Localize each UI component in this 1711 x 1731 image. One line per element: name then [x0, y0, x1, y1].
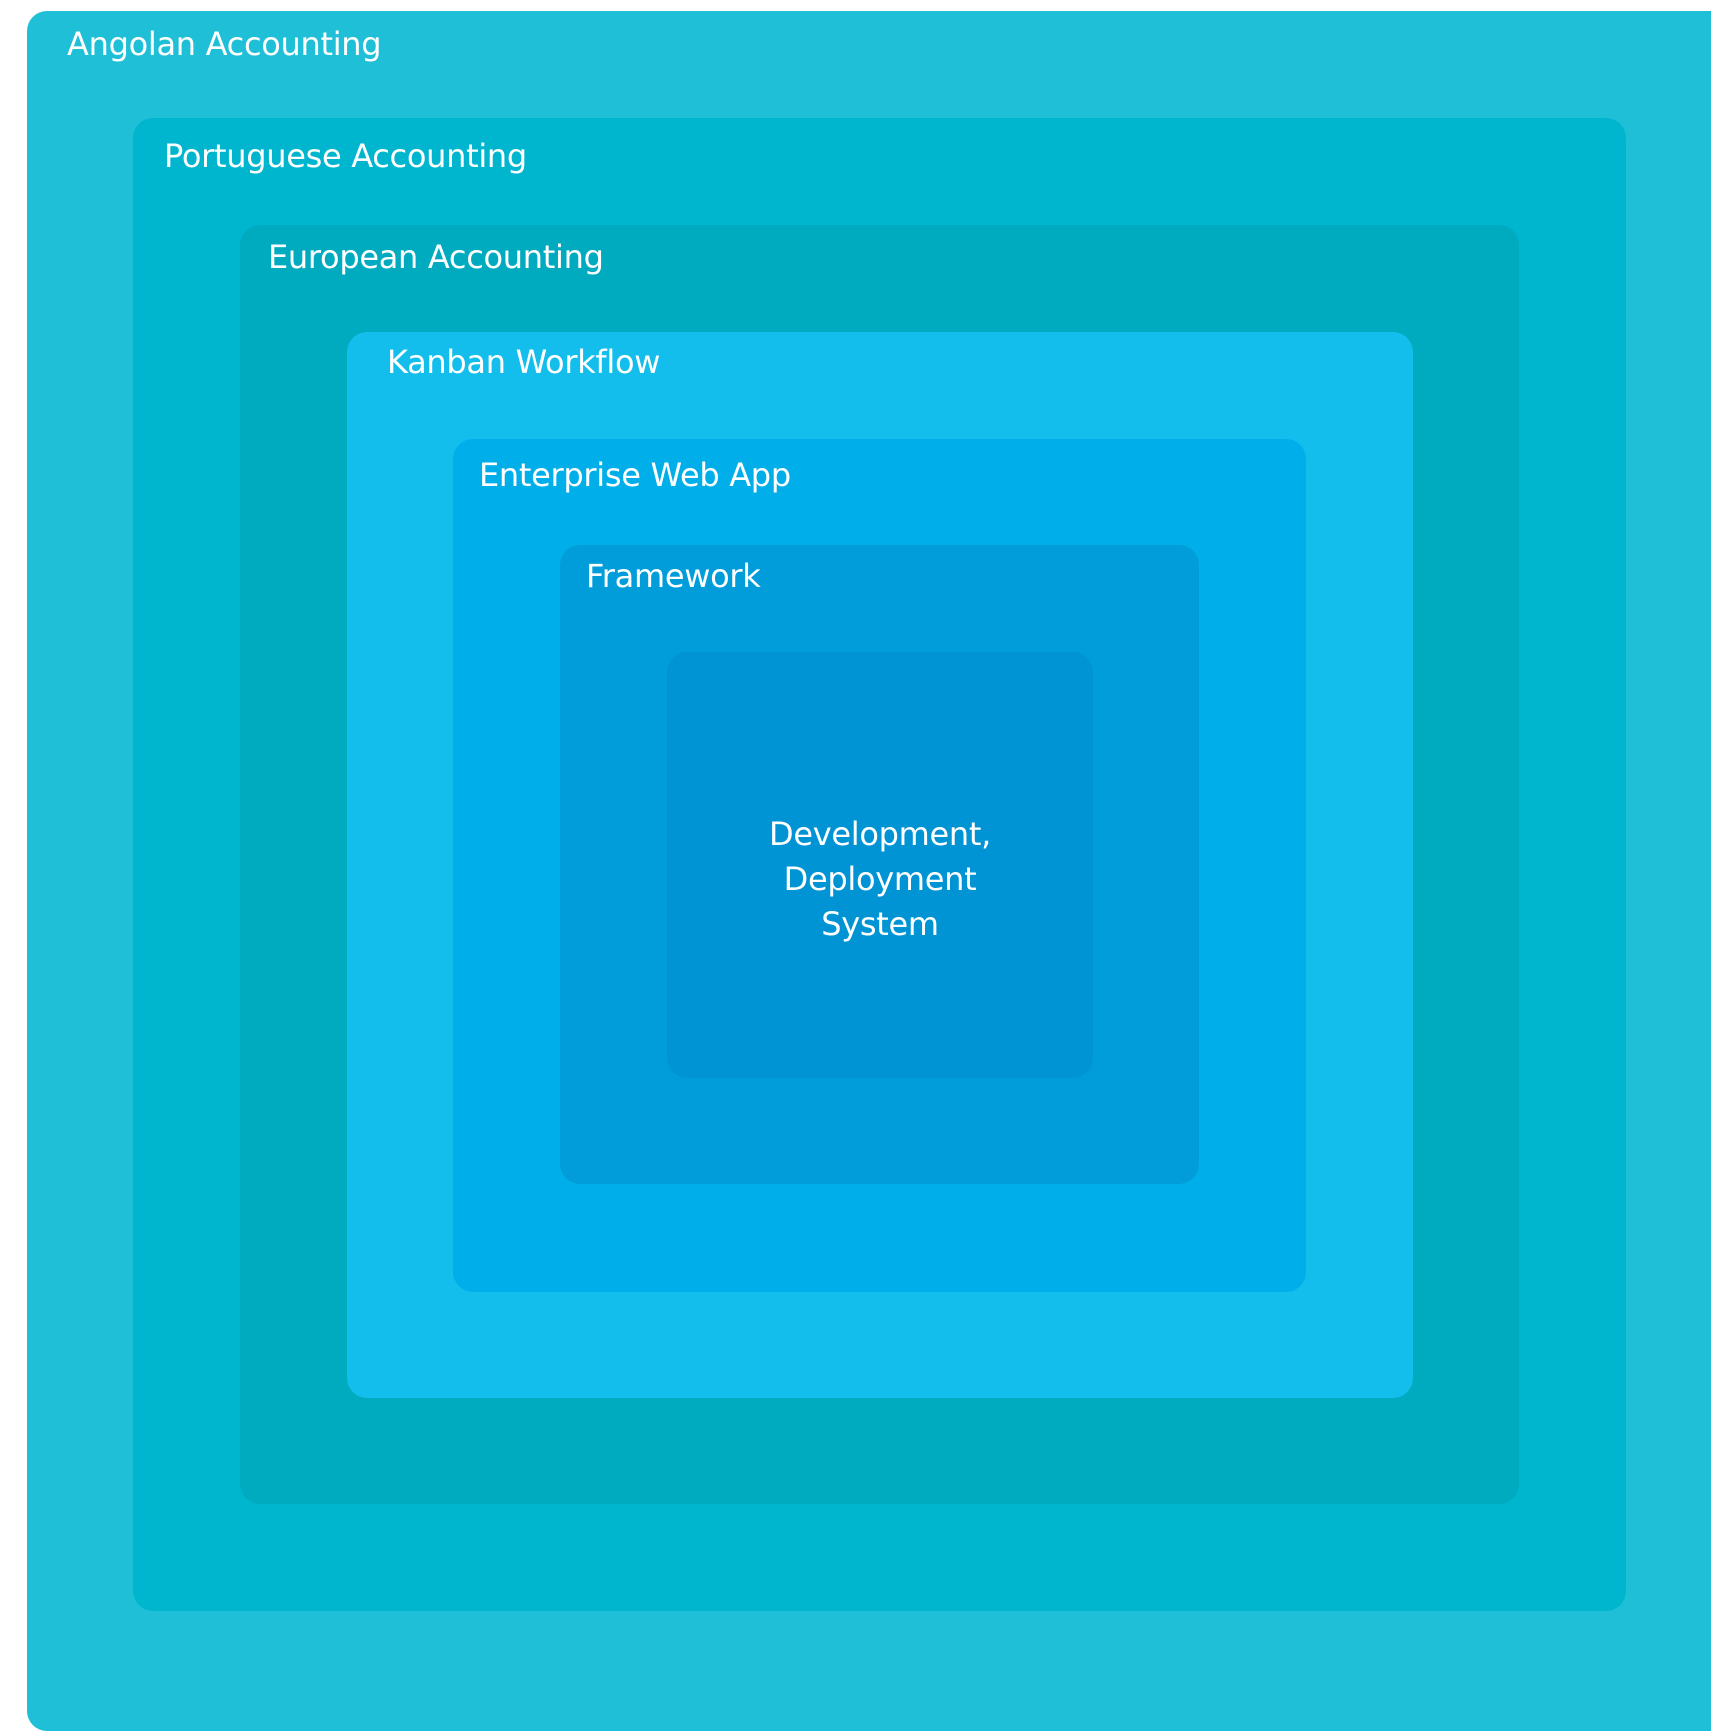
layer-label-angolan-accounting: Angolan Accounting — [67, 25, 382, 63]
core-label-line: System — [821, 905, 939, 943]
layer-core-development-deployment-system: Development, Deployment System — [667, 652, 1093, 1078]
layer-label-kanban-workflow: Kanban Workflow — [387, 343, 661, 381]
core-label: Development, Deployment System — [667, 812, 1093, 947]
layer-label-enterprise-web-app: Enterprise Web App — [479, 456, 791, 494]
core-label-line: Deployment — [783, 860, 977, 898]
layer-label-framework: Framework — [586, 557, 761, 595]
layer-label-portuguese-accounting: Portuguese Accounting — [164, 137, 527, 175]
layer-label-european-accounting: European Accounting — [268, 238, 604, 276]
core-label-line: Development, — [769, 815, 991, 853]
